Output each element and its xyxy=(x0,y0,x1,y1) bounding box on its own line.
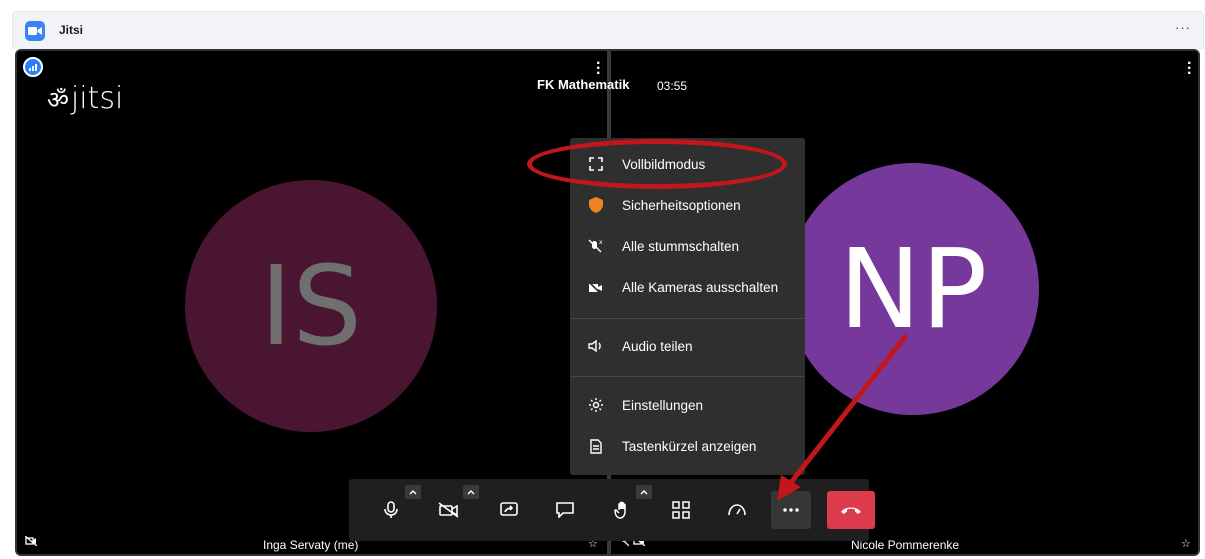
jitsi-app-icon xyxy=(25,21,45,41)
window-title: Jitsi xyxy=(59,23,84,37)
annotation-arrow xyxy=(777,334,908,501)
window-more-button[interactable]: ··· xyxy=(1175,20,1191,35)
conference-stage: ॐjitsi IS · · · Inga Servaty (me) ☆ NP · · · xyxy=(15,49,1200,556)
title-bar: Jitsi ··· xyxy=(12,11,1204,49)
jitsi-app-window: Jitsi ··· ॐjitsi IS · · · Inga Servaty (me… xyxy=(12,11,1204,556)
